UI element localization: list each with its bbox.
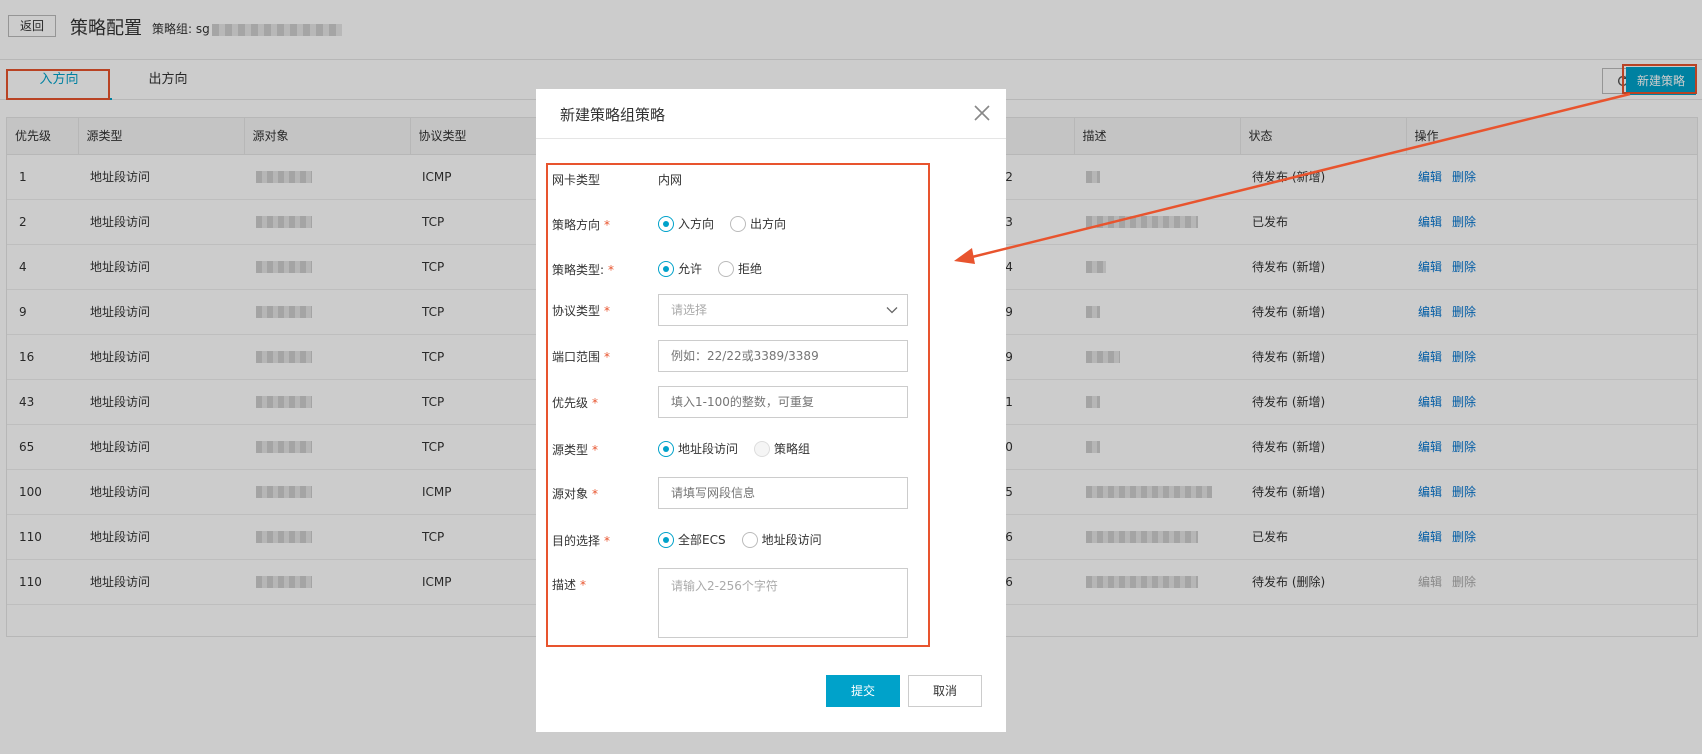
radio-direction-in-label: 入方向 [678, 217, 715, 231]
protocol-label-text: 协议类型 [552, 304, 601, 318]
description-label: 描述 * [552, 576, 586, 593]
radio-dest-cidr[interactable]: 地址段访问 [741, 531, 822, 548]
required-mark: * [604, 304, 611, 318]
priority-label-text: 优先级 [552, 396, 589, 410]
required-mark: * [592, 396, 599, 410]
form-row-nic-type: 网卡类型 内网 [552, 163, 932, 195]
radio-deny-label: 拒绝 [738, 262, 763, 276]
direction-label-text: 策略方向 [552, 218, 601, 232]
destination-label-text: 目的选择 [552, 534, 601, 548]
port-label: 端口范围 * [552, 348, 610, 365]
radio-unchecked-icon [730, 215, 747, 232]
form-row-port: 端口范围 * [552, 340, 932, 372]
required-mark: * [604, 534, 611, 548]
source-type-label-text: 源类型 [552, 443, 589, 457]
radio-checked-icon [658, 260, 674, 277]
required-mark: * [608, 263, 615, 277]
required-mark: * [592, 487, 599, 501]
required-mark: * [604, 218, 611, 232]
radio-disabled-icon [754, 440, 771, 457]
nic-type-label: 网卡类型 [552, 173, 601, 187]
source-object-input[interactable] [658, 477, 908, 509]
radio-source-cidr-label: 地址段访问 [678, 442, 739, 456]
radio-dest-all-ecs-label: 全部ECS [678, 533, 726, 547]
policy-type-label-text: 策略类型: [552, 263, 605, 277]
source-type-radio-group: 地址段访问 策略组 [658, 440, 826, 457]
protocol-select-placeholder: 请选择 [671, 303, 708, 317]
dialog-title: 新建策略组策略 [560, 106, 666, 124]
source-type-label: 源类型 * [552, 441, 598, 458]
chevron-down-icon [886, 307, 898, 314]
radio-checked-icon [658, 440, 674, 457]
form-row-source-object: 源对象 * [552, 477, 932, 509]
priority-input[interactable] [658, 386, 908, 418]
required-mark: * [604, 350, 611, 364]
protocol-select[interactable]: 请选择 [658, 294, 908, 326]
radio-deny[interactable]: 拒绝 [718, 260, 762, 277]
radio-unchecked-icon [718, 260, 735, 277]
cancel-button[interactable]: 取消 [908, 675, 982, 707]
radio-direction-in[interactable]: 入方向 [658, 215, 714, 232]
destination-radio-group: 全部ECS 地址段访问 [658, 531, 838, 548]
radio-source-sg[interactable]: 策略组 [754, 440, 810, 457]
form-row-policy-type: 策略类型: * 允许 拒绝 [552, 253, 932, 285]
radio-allow[interactable]: 允许 [658, 260, 702, 277]
radio-unchecked-icon [741, 531, 758, 548]
radio-dest-all-ecs[interactable]: 全部ECS [658, 531, 726, 548]
destination-label: 目的选择 * [552, 532, 610, 549]
new-policy-dialog: 新建策略组策略 网卡类型 内网 策略方向 * 入方向 出方向 策略类型: * 允许 … [536, 89, 1006, 732]
direction-label: 策略方向 * [552, 216, 610, 233]
form-row-priority: 优先级 * [552, 386, 932, 418]
radio-checked-icon [658, 531, 674, 548]
close-icon [974, 105, 990, 121]
policy-type-radio-group: 允许 拒绝 [658, 260, 778, 277]
nic-type-value: 内网 [658, 173, 683, 187]
radio-source-cidr[interactable]: 地址段访问 [658, 440, 738, 457]
radio-direction-out[interactable]: 出方向 [730, 215, 786, 232]
radio-checked-icon [658, 215, 674, 232]
protocol-label: 协议类型 * [552, 302, 610, 319]
port-range-input[interactable] [658, 340, 908, 372]
radio-allow-label: 允许 [678, 262, 703, 276]
source-object-label: 源对象 * [552, 485, 598, 502]
form-row-description: 描述 * 请输入2-256个字符 [552, 568, 932, 638]
close-button[interactable] [972, 103, 992, 123]
submit-button[interactable]: 提交 [826, 675, 900, 707]
source-object-label-text: 源对象 [552, 487, 589, 501]
radio-dest-cidr-label: 地址段访问 [761, 533, 822, 547]
dialog-header: 新建策略组策略 [536, 89, 1006, 139]
port-label-text: 端口范围 [552, 350, 601, 364]
description-textarea[interactable]: 请输入2-256个字符 [658, 568, 908, 638]
policy-type-label: 策略类型: * [552, 261, 614, 278]
form-row-protocol: 协议类型 * 请选择 [552, 294, 932, 326]
policy-config-page: 返回 策略配置 策略组: sg 入方向 出方向 新建策略 优先级 源类型 源对象 [0, 0, 1702, 754]
direction-radio-group: 入方向 出方向 [658, 215, 802, 232]
form-row-source-type: 源类型 * 地址段访问 策略组 [552, 433, 932, 465]
required-mark: * [592, 443, 599, 457]
description-label-text: 描述 [552, 578, 577, 592]
form-row-direction: 策略方向 * 入方向 出方向 [552, 208, 932, 240]
radio-direction-out-label: 出方向 [750, 217, 787, 231]
priority-label: 优先级 * [552, 394, 598, 411]
description-placeholder: 请输入2-256个字符 [671, 579, 778, 593]
form-row-destination: 目的选择 * 全部ECS 地址段访问 [552, 524, 932, 556]
radio-source-sg-label: 策略组 [774, 442, 811, 456]
required-mark: * [580, 578, 587, 592]
